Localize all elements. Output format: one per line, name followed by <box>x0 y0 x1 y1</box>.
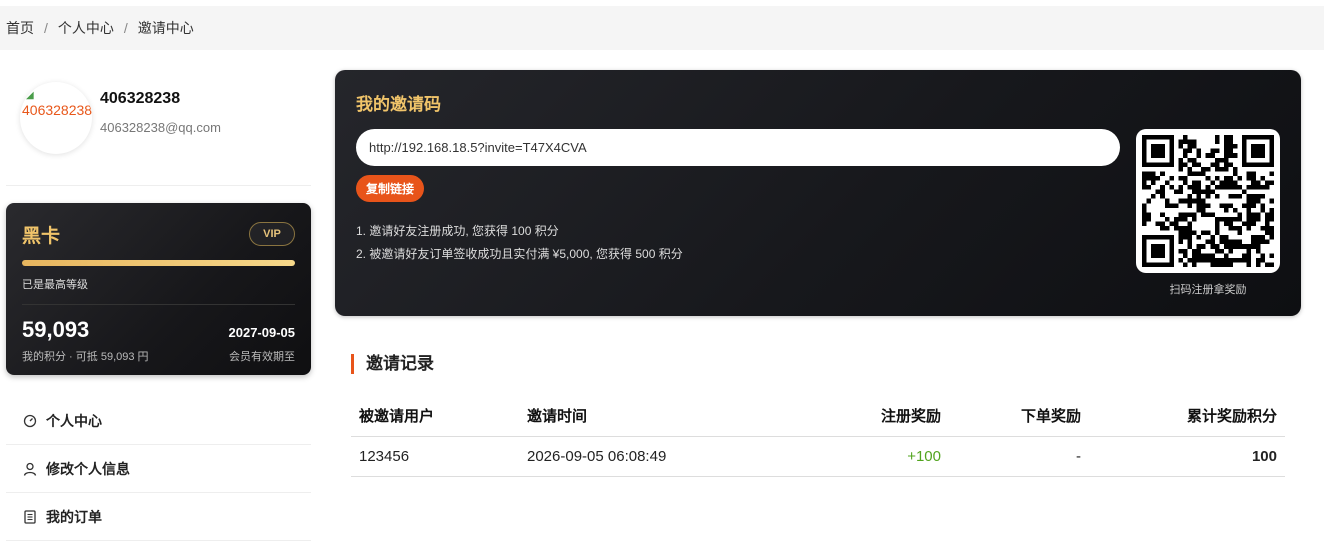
level-status-text: 已是最高等级 <box>22 279 88 291</box>
breadcrumb-separator: / <box>44 20 48 36</box>
avatar-alt-text: 406328238 <box>22 101 92 118</box>
dashboard-icon <box>22 413 38 429</box>
qr-code <box>1136 129 1280 273</box>
menu-item-edit-profile[interactable]: 修改个人信息 <box>6 445 311 493</box>
user-icon <box>22 461 38 477</box>
menu-item-my-orders[interactable]: 我的订单 <box>6 493 311 541</box>
menu-item-personal-center[interactable]: 个人中心 <box>6 397 311 445</box>
qr-code-icon <box>1142 135 1274 267</box>
vip-card: 黑卡 VIP 已是最高等级 59,093 我的积分 · 可抵 59,093 円 … <box>6 203 311 375</box>
breadcrumb-center[interactable]: 个人中心 <box>58 18 114 38</box>
level-progress-fill <box>22 260 295 266</box>
points-value: 59,093 <box>22 317 90 342</box>
sidebar: ◢ 406328238 406328238 406328238@qq.com 黑… <box>6 50 311 541</box>
breadcrumb-separator: / <box>123 20 128 36</box>
breadcrumb-home[interactable]: 首页 <box>6 18 34 38</box>
column-header-reg-reward: 注册奖励 <box>829 396 949 437</box>
column-header-total: 累计奖励积分 <box>1089 396 1285 437</box>
expire-label: 会员有效期至 <box>229 351 295 363</box>
broken-image-icon: ◢ <box>26 89 34 101</box>
profile-section: ◢ 406328238 406328238 406328238@qq.com <box>6 50 311 186</box>
menu-item-label: 个人中心 <box>46 412 102 429</box>
column-header-time: 邀请时间 <box>519 396 829 437</box>
records-table: 被邀请用户 邀请时间 注册奖励 下单奖励 累计奖励积分 123456 2026-… <box>351 396 1285 477</box>
copy-link-button[interactable]: 复制链接 <box>356 175 424 202</box>
invite-link-input[interactable] <box>356 129 1120 166</box>
invite-rule-1: 1. 邀请好友注册成功, 您获得 100 积分 <box>356 224 559 238</box>
table-header-row: 被邀请用户 邀请时间 注册奖励 下单奖励 累计奖励积分 <box>351 396 1285 437</box>
expire-date: 2027-09-05 <box>228 325 296 340</box>
card-divider <box>22 304 295 305</box>
profile-name: 406328238 <box>100 90 181 107</box>
invite-card: 我的邀请码 复制链接 1. 邀请好友注册成功, 您获得 100 积分 2. 被邀… <box>335 70 1301 316</box>
cell-reg-reward: +100 <box>829 436 949 477</box>
cell-time: 2026-09-05 06:08:49 <box>519 436 829 477</box>
cell-user: 123456 <box>351 436 519 477</box>
records-title: 邀请记录 <box>351 354 434 374</box>
level-progress-bar <box>22 260 295 266</box>
invite-title: 我的邀请码 <box>356 95 441 114</box>
vip-badge: VIP <box>249 222 295 246</box>
breadcrumb: 首页 / 个人中心 / 邀请中心 <box>0 6 1324 50</box>
profile-info: 406328238 406328238@qq.com <box>100 90 221 135</box>
menu-item-label: 修改个人信息 <box>46 460 130 477</box>
cell-order-reward: - <box>949 436 1089 477</box>
menu-item-label: 我的订单 <box>46 508 102 525</box>
breadcrumb-current: 邀请中心 <box>137 20 194 36</box>
points-subtext: 我的积分 · 可抵 59,093 円 <box>22 351 149 363</box>
table-row: 123456 2026-09-05 06:08:49 +100 - 100 <box>351 436 1285 477</box>
cell-total: 100 <box>1089 436 1285 477</box>
invite-rule-2: 2. 被邀请好友订单签收成功且实付满 ¥5,000, 您获得 500 积分 <box>356 247 683 261</box>
qr-caption: 扫码注册拿奖励 <box>1169 284 1247 296</box>
column-header-order-reward: 下单奖励 <box>949 396 1089 437</box>
column-header-user: 被邀请用户 <box>351 396 519 437</box>
side-menu: 个人中心 修改个人信息 我的订单 <box>6 397 311 541</box>
vip-level: 黑卡 <box>22 226 61 247</box>
profile-email: 406328238@qq.com <box>100 120 221 135</box>
document-icon <box>22 509 38 525</box>
avatar[interactable]: ◢ 406328238 <box>20 81 92 154</box>
